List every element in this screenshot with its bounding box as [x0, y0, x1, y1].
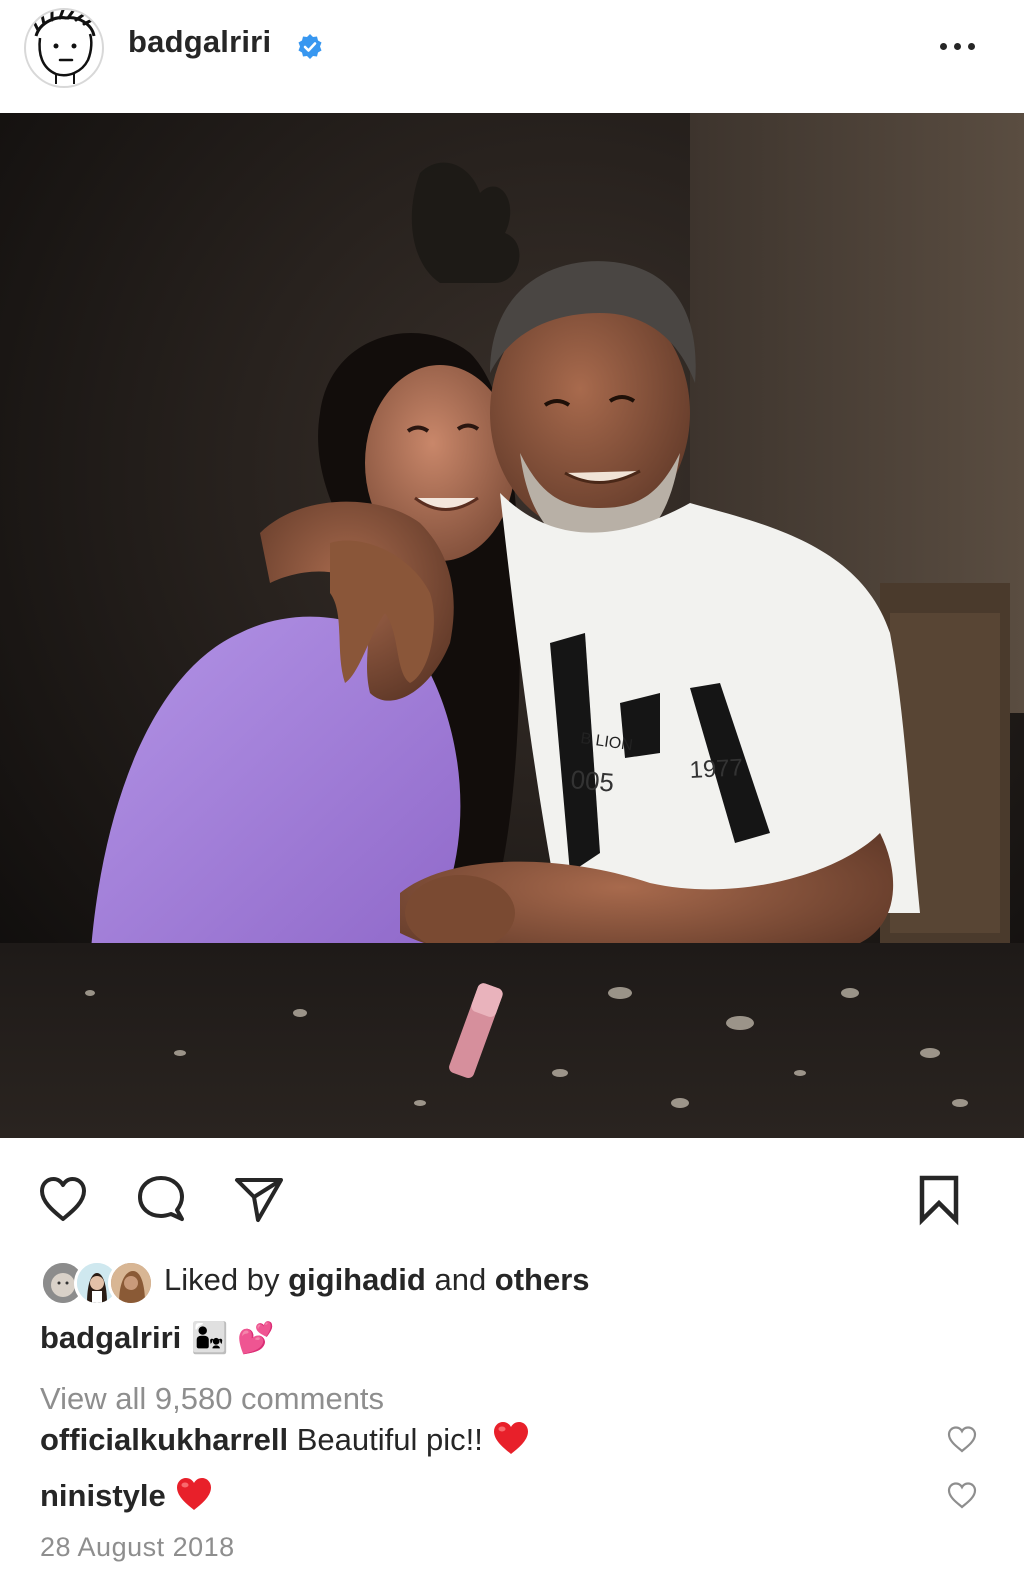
more-dot [954, 43, 961, 50]
svg-text:005: 005 [569, 764, 615, 798]
likes-others-link[interactable]: others [495, 1262, 590, 1297]
comment-row: officialkukharrell Beautiful pic!! [40, 1420, 531, 1458]
liker-avatar [108, 1260, 154, 1306]
post-photo-illustration: B LION 005 1977 [0, 113, 1024, 1138]
more-dot [940, 43, 947, 50]
post-date: 28 August 2018 [40, 1532, 235, 1562]
comment-text: Beautiful pic!! [288, 1422, 483, 1457]
likes-middle: and [425, 1262, 495, 1297]
post-photo[interactable]: B LION 005 1977 [0, 113, 1024, 1138]
likes-summary[interactable]: Liked by gigihadid and others [164, 1262, 590, 1298]
more-dot [968, 43, 975, 50]
save-button[interactable] [910, 1170, 968, 1228]
view-all-comments-link[interactable]: View all 9,580 comments [40, 1381, 384, 1417]
likes-user-link[interactable]: gigihadid [288, 1262, 426, 1297]
more-options-button[interactable] [936, 32, 986, 60]
red-heart-emoji-icon [493, 1422, 528, 1454]
comment-like-heart-icon[interactable] [946, 1480, 978, 1510]
post-caption: badgalriri 👨‍👧 💕 [40, 1320, 274, 1356]
likes-prefix: Liked by [164, 1262, 289, 1297]
liker-avatars[interactable] [40, 1260, 154, 1306]
svg-text:1977: 1977 [689, 754, 744, 784]
woman-avatar-icon [111, 1263, 151, 1303]
share-button[interactable] [230, 1170, 288, 1228]
comment-username[interactable]: officialkukharrell [40, 1422, 288, 1457]
comment-button[interactable] [132, 1170, 190, 1228]
like-button[interactable] [34, 1170, 92, 1228]
verified-badge-icon [298, 34, 322, 59]
profile-avatar[interactable] [24, 8, 104, 88]
caption-text: 👨‍👧 💕 [191, 1322, 275, 1355]
red-heart-emoji-icon [176, 1478, 211, 1510]
comment-username[interactable]: ninistyle [40, 1478, 166, 1513]
cartoon-face-avatar-icon [32, 10, 96, 84]
post-header: badgalriri [0, 0, 1024, 113]
post-username[interactable]: badgalriri [128, 24, 271, 60]
comment-row: ninistyle [40, 1476, 214, 1514]
caption-username[interactable]: badgalriri [40, 1320, 181, 1355]
comment-like-heart-icon[interactable] [946, 1424, 978, 1454]
